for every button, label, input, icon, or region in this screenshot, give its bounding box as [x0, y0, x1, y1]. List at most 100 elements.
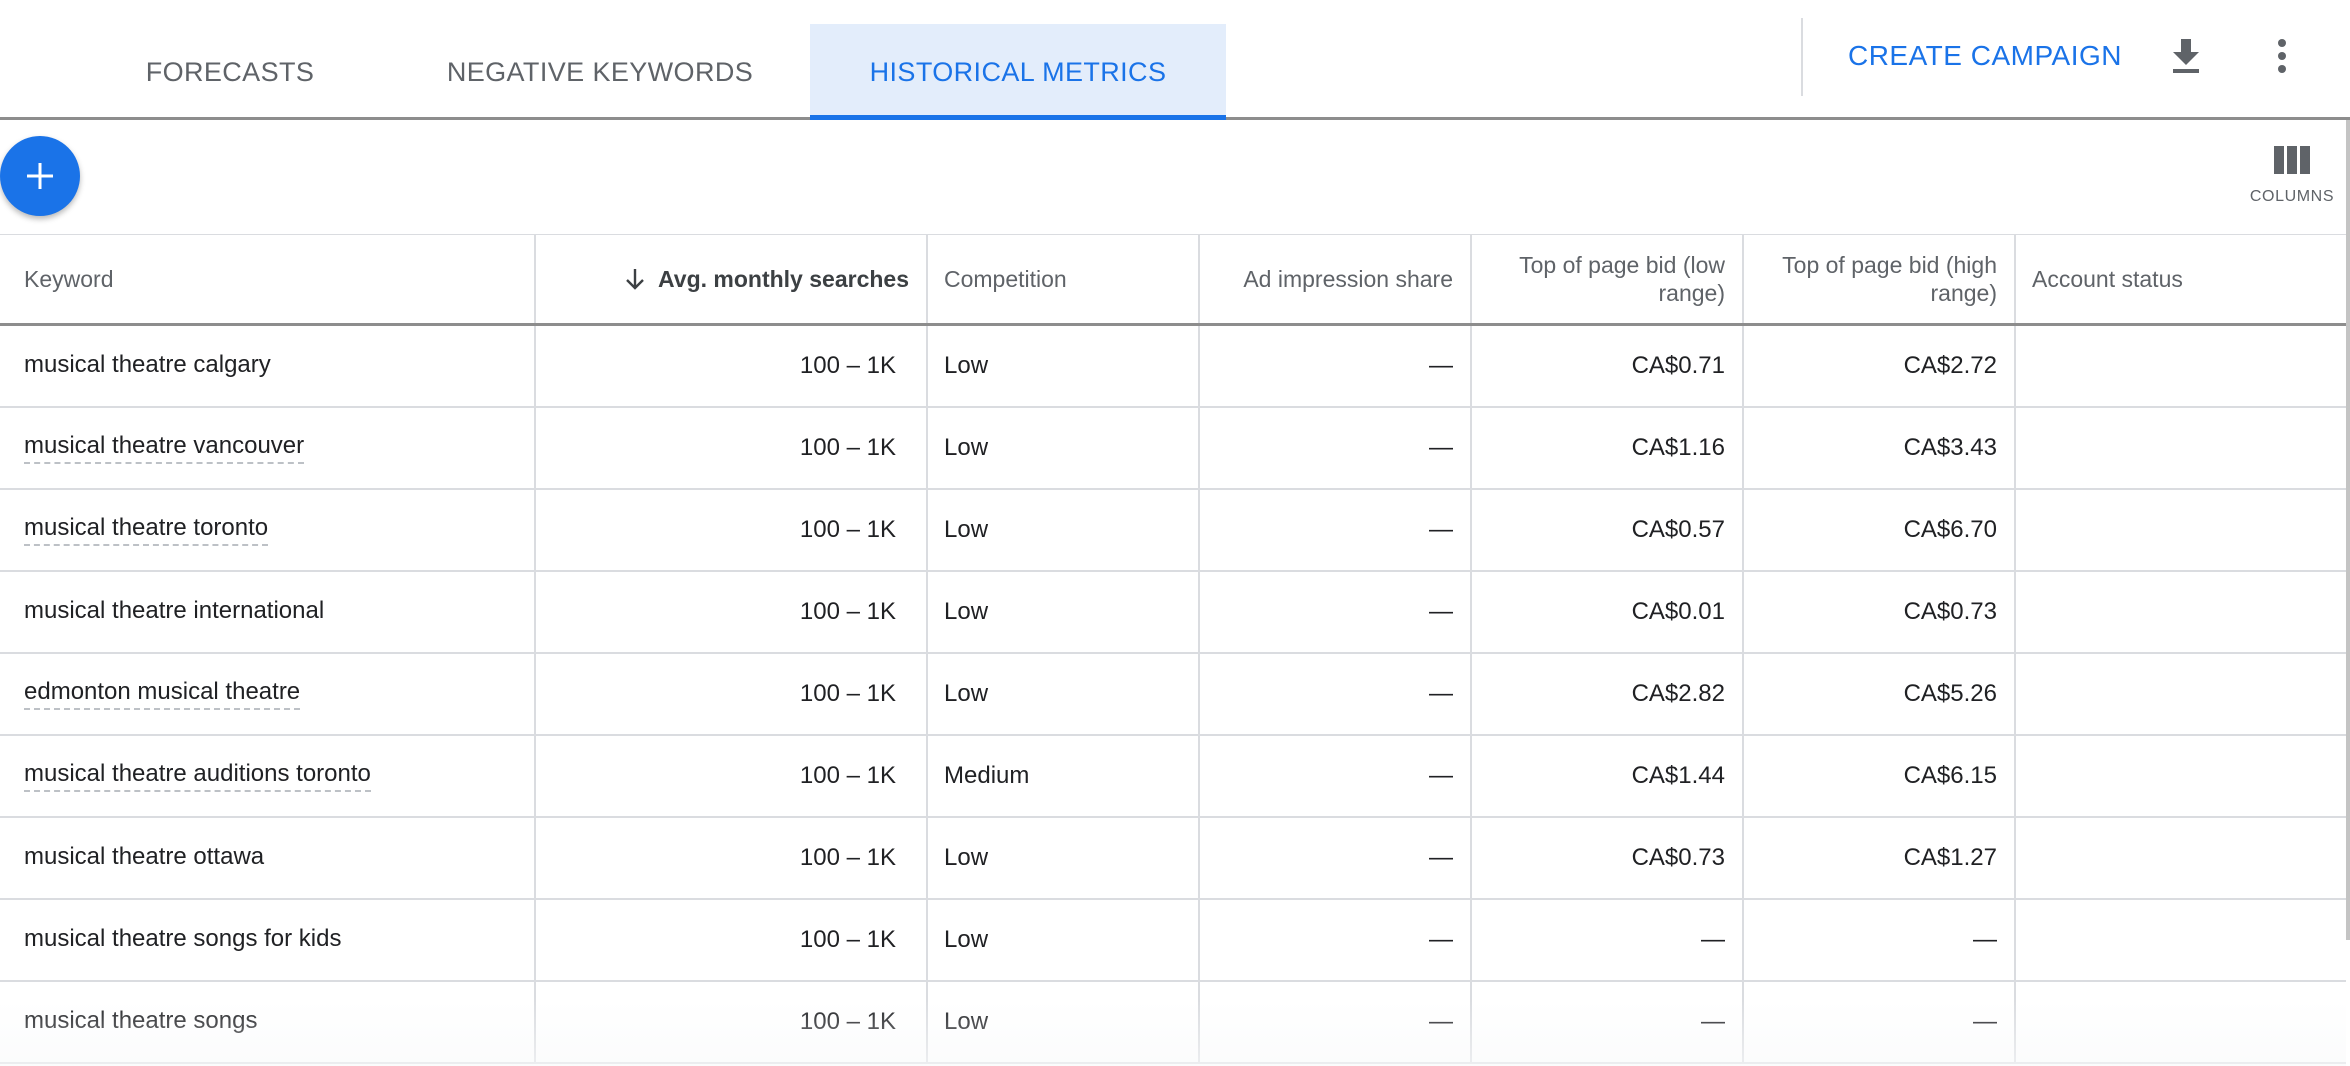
table-row[interactable]: musical theatre toronto 100 – 1K Low — CA$0.… — [0, 490, 2346, 572]
account-status-cell — [2016, 736, 2346, 816]
competition-cell: Medium — [928, 736, 1200, 816]
keyword-text[interactable]: musical theatre auditions toronto — [24, 760, 371, 792]
competition-text: Low — [944, 598, 989, 625]
bid-low-cell: CA$1.16 — [1472, 408, 1744, 488]
add-keyword-button[interactable] — [0, 136, 80, 216]
account-status-cell — [2016, 654, 2346, 734]
keyword-cell[interactable]: musical theatre auditions toronto — [0, 736, 536, 816]
header-bid-low[interactable]: Top of page bid (low range) — [1472, 235, 1744, 323]
account-status-cell — [2016, 572, 2346, 652]
ad-impression-share-text: — — [1429, 434, 1453, 461]
header-bid-low-label: Top of page bid (low range) — [1519, 252, 1725, 306]
avg-monthly-searches-cell: 100 – 1K — [536, 900, 928, 980]
account-status-cell — [2016, 818, 2346, 898]
keyword-text[interactable]: musical theatre international — [24, 597, 324, 627]
ad-impression-share-text: — — [1429, 680, 1453, 707]
header-ad-impression-share-label: Ad impression share — [1243, 266, 1453, 292]
keyword-text[interactable]: musical theatre ottawa — [24, 843, 264, 873]
bid-high-cell: CA$6.70 — [1744, 490, 2016, 570]
ad-impression-share-text: — — [1429, 762, 1453, 789]
table-row[interactable]: musical theatre auditions toronto 100 – 1… — [0, 736, 2346, 818]
header-bid-high[interactable]: Top of page bid (high range) — [1744, 235, 2016, 323]
bid-high-cell: CA$5.26 — [1744, 654, 2016, 734]
bid-low-cell: — — [1472, 900, 1744, 980]
keyword-text[interactable]: musical theatre songs — [24, 1007, 257, 1037]
keyword-cell[interactable]: musical theatre songs for kids — [0, 900, 536, 980]
bid-high-text: CA$6.15 — [1903, 762, 1997, 789]
header-keyword[interactable]: Keyword — [0, 235, 536, 323]
avg-monthly-searches-cell: 100 – 1K — [536, 654, 928, 734]
table-row[interactable]: musical theatre vancouver 100 – 1K Low — CA$… — [0, 408, 2346, 490]
more-options-button[interactable] — [2256, 28, 2308, 84]
bid-low-cell: CA$1.44 — [1472, 736, 1744, 816]
competition-text: Low — [944, 1008, 989, 1035]
bid-low-cell: CA$2.82 — [1472, 654, 1744, 734]
competition-text: Medium — [944, 762, 1030, 789]
keyword-text[interactable]: musical theatre vancouver — [24, 432, 305, 464]
ad-impression-share-cell: — — [1200, 408, 1472, 488]
columns-icon — [2274, 146, 2310, 174]
ad-impression-share-text: — — [1429, 516, 1453, 543]
bid-high-text: CA$1.27 — [1903, 844, 1997, 871]
table-row[interactable]: musical theatre songs for kids 100 – 1K Lo… — [0, 900, 2346, 982]
bid-low-text: — — [1701, 926, 1725, 953]
bid-high-text: CA$0.73 — [1903, 598, 1997, 625]
avg-monthly-searches-cell: 100 – 1K — [536, 326, 928, 406]
table-row[interactable]: musical theatre songs 100 – 1K Low — — — — [0, 982, 2346, 1064]
header-ad-impression-share[interactable]: Ad impression share — [1200, 235, 1472, 323]
columns-button[interactable]: COLUMNS — [2242, 146, 2342, 222]
download-button[interactable] — [2160, 28, 2212, 84]
ad-impression-share-text: — — [1429, 926, 1453, 953]
header-account-status[interactable]: Account status — [2016, 235, 2346, 323]
header-competition[interactable]: Competition — [928, 235, 1200, 323]
bid-high-text: CA$5.26 — [1903, 680, 1997, 707]
competition-cell: Low — [928, 408, 1200, 488]
toolbar-divider — [1801, 18, 1803, 96]
keyword-cell[interactable]: musical theatre calgary — [0, 326, 536, 406]
avg-monthly-searches-text: 100 – 1K — [799, 844, 896, 871]
bid-high-text: — — [1973, 926, 1997, 953]
tab-historical-metrics[interactable]: HISTORICAL METRICS — [810, 24, 1226, 120]
keyword-text[interactable]: edmonton musical theatre — [24, 678, 301, 710]
table-row[interactable]: edmonton musical theatre 100 – 1K Low — CA$2… — [0, 654, 2346, 736]
vertical-scrollbar[interactable] — [2346, 120, 2350, 940]
table-row[interactable]: musical theatre ottawa 100 – 1K Low — CA$0.7… — [0, 818, 2346, 900]
keyword-text[interactable]: musical theatre toronto — [24, 514, 269, 546]
competition-cell: Low — [928, 818, 1200, 898]
keyword-cell[interactable]: musical theatre international — [0, 572, 536, 652]
table-row[interactable]: musical theatre international 100 – 1K Low… — [0, 572, 2346, 654]
table-header-row: Keyword Avg. monthly searches Competitio… — [0, 234, 2346, 326]
ad-impression-share-cell: — — [1200, 490, 1472, 570]
keyword-text[interactable]: musical theatre calgary — [24, 351, 271, 381]
keyword-cell[interactable]: musical theatre songs — [0, 982, 536, 1062]
keyword-cell[interactable]: musical theatre vancouver — [0, 408, 536, 488]
tab-forecasts[interactable]: FORECASTS — [110, 24, 350, 120]
avg-monthly-searches-cell: 100 – 1K — [536, 572, 928, 652]
bid-high-cell: CA$0.73 — [1744, 572, 2016, 652]
avg-monthly-searches-text: 100 – 1K — [799, 762, 896, 789]
ad-impression-share-cell: — — [1200, 900, 1472, 980]
bid-low-text: CA$1.16 — [1631, 434, 1725, 461]
header-bid-high-label: Top of page bid (high range) — [1782, 252, 1997, 306]
create-campaign-button[interactable]: CREATE CAMPAIGN — [1830, 26, 2140, 86]
top-bar: FORECASTS NEGATIVE KEYWORDS HISTORICAL M… — [0, 0, 2350, 120]
ad-impression-share-cell: — — [1200, 572, 1472, 652]
account-status-cell — [2016, 326, 2346, 406]
avg-monthly-searches-text: 100 – 1K — [799, 598, 896, 625]
header-avg-monthly-searches-label: Avg. monthly searches — [658, 266, 909, 292]
table-row[interactable]: musical theatre calgary 100 – 1K Low — CA$0.… — [0, 326, 2346, 408]
keyword-cell[interactable]: musical theatre ottawa — [0, 818, 536, 898]
keyword-text[interactable]: musical theatre songs for kids — [24, 925, 341, 955]
avg-monthly-searches-cell: 100 – 1K — [536, 736, 928, 816]
keyword-cell[interactable]: musical theatre toronto — [0, 490, 536, 570]
competition-text: Low — [944, 844, 989, 871]
bid-low-cell: — — [1472, 982, 1744, 1062]
header-competition-label: Competition — [944, 266, 1067, 292]
keyword-cell[interactable]: edmonton musical theatre — [0, 654, 536, 734]
tab-negative-keywords[interactable]: NEGATIVE KEYWORDS — [420, 24, 780, 120]
account-status-cell — [2016, 408, 2346, 488]
bid-high-cell: — — [1744, 900, 2016, 980]
competition-text: Low — [944, 352, 989, 379]
more-vert-icon — [2278, 39, 2286, 73]
header-avg-monthly-searches[interactable]: Avg. monthly searches — [536, 235, 928, 323]
